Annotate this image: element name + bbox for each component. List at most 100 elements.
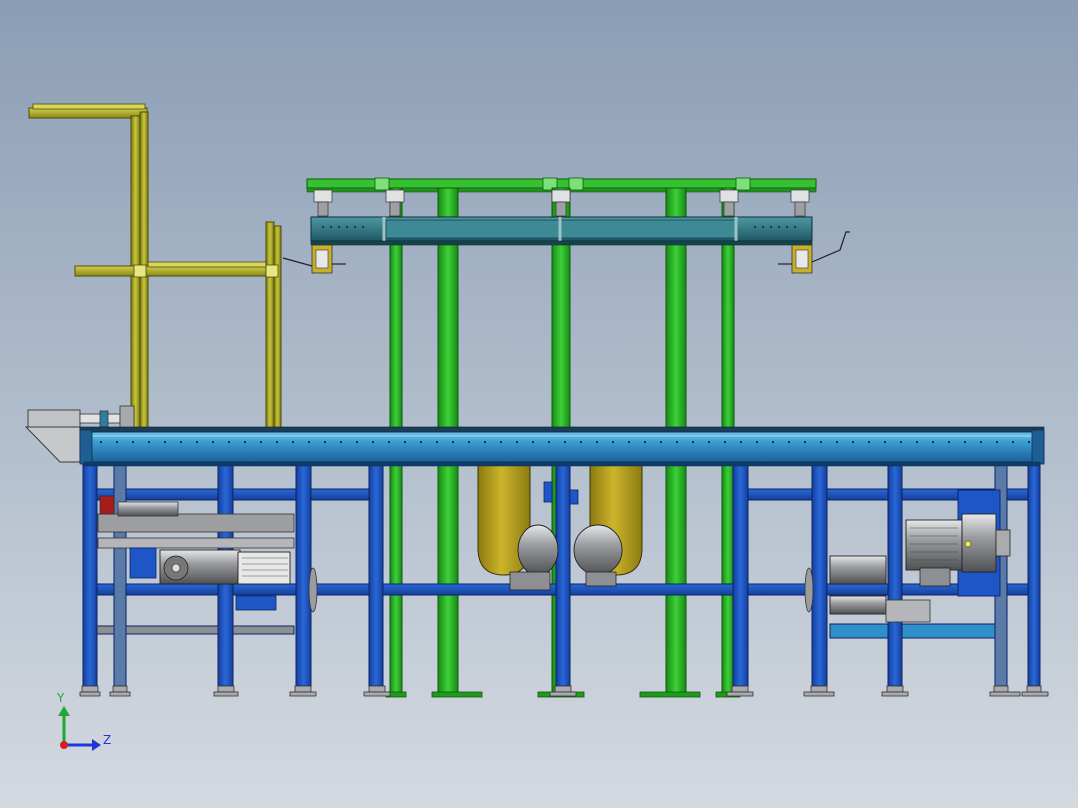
gear-motor-left	[517, 524, 559, 576]
x-axis-point	[60, 741, 68, 749]
shaft-coupling	[995, 529, 1011, 557]
motor-foot	[235, 595, 277, 611]
rail-bolt-hole	[324, 441, 326, 443]
rail-bolt-hole	[212, 441, 214, 443]
clamp-unit	[313, 189, 333, 217]
handwheel	[804, 567, 814, 613]
conveyor[interactable]	[79, 426, 1045, 467]
orientation-triad: Y Z	[56, 691, 111, 751]
flange-bolt	[964, 540, 972, 548]
secondary-motor-lower	[829, 595, 887, 615]
rail-bolt-hole	[404, 441, 406, 443]
rail-bolt-hole	[884, 441, 886, 443]
rail-bolt-hole	[148, 441, 150, 443]
rail-bolt-hole	[836, 441, 838, 443]
pulley-hub	[171, 563, 181, 573]
frame-post	[265, 221, 275, 430]
handwheel	[308, 567, 318, 613]
rail-bolt-hole	[436, 441, 438, 443]
z-axis-label: Z	[103, 733, 111, 747]
motor-support-plate	[885, 599, 931, 623]
drive-shaft-support	[543, 481, 553, 503]
rail-bolt-hole	[756, 441, 758, 443]
frame-joint	[133, 264, 147, 278]
rail-bolt-hole	[516, 441, 518, 443]
rail-bolt-hole	[132, 441, 134, 443]
secondary-motor	[829, 555, 887, 585]
leveling-feet	[79, 685, 1049, 697]
rail-bolt-hole	[820, 441, 822, 443]
rail-bolt-hole	[900, 441, 902, 443]
frame-mid-cap	[147, 261, 277, 268]
rail-bolt-hole	[500, 441, 502, 443]
end-cap	[1031, 429, 1045, 465]
rail-bolt-hole	[452, 441, 454, 443]
rail-bolt-hole	[868, 441, 870, 443]
rail-bolt-hole	[788, 441, 790, 443]
rail-bolt-hole	[1028, 441, 1030, 443]
cad-viewport[interactable]: Y Z	[0, 0, 1078, 808]
rail-bolt-hole	[628, 441, 630, 443]
drive-mount-plate	[97, 513, 295, 533]
motor-base	[585, 571, 617, 587]
rail-bolt-hole	[532, 441, 534, 443]
rail-bolt-hole	[564, 441, 566, 443]
rail-bolt-hole	[116, 441, 118, 443]
rail-bolt-hole	[100, 441, 102, 443]
rail-bolt-hole	[484, 441, 486, 443]
drive-motor-fins	[237, 551, 291, 585]
rail-bolt-hole	[996, 441, 998, 443]
rail-bolt-hole	[932, 441, 934, 443]
drive-shaft-support	[569, 489, 579, 505]
rail-bolt-hole	[244, 441, 246, 443]
gear-motor-right	[573, 524, 623, 576]
frame-top-cap	[32, 103, 146, 110]
rail-bolt-hole	[740, 441, 742, 443]
rail-bolt-hole	[612, 441, 614, 443]
frame-joint	[265, 264, 279, 278]
rail-bolt-hole	[340, 441, 342, 443]
rail-bolt-hole	[980, 441, 982, 443]
z-axis-arrow	[92, 739, 101, 751]
red-sensor	[99, 495, 115, 515]
gearbox	[117, 501, 179, 517]
rail-bolt-hole	[164, 441, 166, 443]
conveyor-belt-top	[79, 426, 1045, 433]
motor-base	[509, 571, 551, 591]
rail-bolt-hole	[308, 441, 310, 443]
rail-bolt-hole	[180, 441, 182, 443]
rail-bolt-hole	[948, 441, 950, 443]
gearbox-block	[919, 567, 951, 587]
rail-bolt-hole	[724, 441, 726, 443]
cad-model-view[interactable]: Y Z	[0, 0, 1078, 808]
right-drive-unit[interactable]	[804, 489, 1011, 623]
rail-bolt-hole	[388, 441, 390, 443]
gripper-finger	[282, 244, 346, 274]
frame-mid-rail	[74, 265, 281, 277]
rail-bolt-hole	[916, 441, 918, 443]
rail-bolt-hole	[196, 441, 198, 443]
rail-bolt-hole	[276, 441, 278, 443]
rail-bolt-hole	[260, 441, 262, 443]
rail-bolt-hole	[804, 441, 806, 443]
rail-bolt-hole	[548, 441, 550, 443]
safety-frame[interactable]	[28, 103, 282, 430]
end-cap	[79, 429, 93, 465]
y-axis-label: Y	[56, 691, 65, 705]
rail-bolt-hole	[772, 441, 774, 443]
chute-plate	[24, 426, 81, 463]
rail-bolt-hole	[580, 441, 582, 443]
pusher-cylinder	[27, 409, 81, 428]
pusher-head	[119, 405, 135, 429]
clamp-unit	[790, 189, 810, 217]
frame-top-rail	[28, 107, 148, 119]
rail-bolt-hole	[420, 441, 422, 443]
rail-bolt-hole	[692, 441, 694, 443]
rail-bolt-hole	[228, 441, 230, 443]
rail-bolt-hole	[964, 441, 966, 443]
rail-underside	[83, 461, 1041, 467]
rail-bolt-hole	[644, 441, 646, 443]
rail-bolt-hole	[708, 441, 710, 443]
rail-bolt-hole	[596, 441, 598, 443]
rail-bolt-hole	[660, 441, 662, 443]
